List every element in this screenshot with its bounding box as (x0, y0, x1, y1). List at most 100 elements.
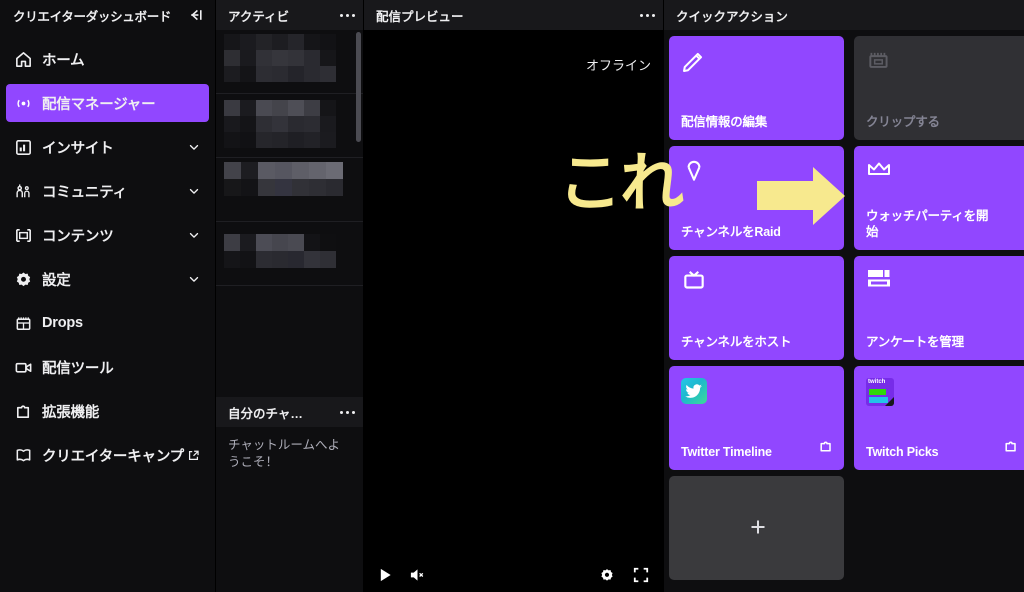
bar-chart-icon (14, 138, 42, 157)
stream-preview-title: 配信プレビュー (376, 9, 464, 24)
extensions-puzzle-icon (818, 438, 834, 459)
sidebar-item-stream-tools[interactable]: 配信ツール (6, 348, 209, 386)
sidebar-item-home[interactable]: ホーム (6, 40, 209, 78)
sidebar-header: クリエイターダッシュボード (0, 0, 215, 30)
sidebar-item-stream-manager[interactable]: 配信マネージャー (6, 84, 209, 122)
sidebar-item-insights[interactable]: インサイト (6, 128, 209, 166)
stream-preview-header: 配信プレビュー (364, 0, 663, 30)
fullscreen-icon[interactable] (633, 567, 649, 583)
creator-dashboard: クリエイターダッシュボード ホーム 配信マネージャー インサイト コミュニティ … (0, 0, 1024, 592)
video-camera-icon (14, 358, 42, 377)
gear-icon[interactable] (599, 567, 615, 583)
video-player[interactable]: オフライン (364, 30, 663, 592)
activity-scrollbar[interactable] (356, 32, 361, 142)
extensions-puzzle-icon (14, 402, 42, 421)
sidebar-item-label: ホーム (42, 52, 85, 69)
broadcast-icon (14, 94, 42, 113)
gear-icon (14, 270, 42, 289)
quick-action-twitter-timeline[interactable]: Twitter Timeline (669, 366, 844, 470)
sidebar-item-label: 配信ツール (42, 360, 114, 377)
chat-message-area[interactable] (216, 481, 363, 592)
sidebar-item-extensions[interactable]: 拡張機能 (6, 392, 209, 430)
more-options-icon[interactable] (634, 13, 655, 17)
chevron-down-icon[interactable] (187, 140, 201, 154)
chevron-down-icon[interactable] (187, 272, 201, 286)
quick-action-label: クリップする (866, 115, 940, 129)
collapse-left-icon[interactable] (187, 6, 205, 24)
play-icon[interactable] (378, 567, 393, 583)
pencil-icon (681, 48, 834, 82)
activity-feed-header: アクティビ (216, 0, 363, 30)
status-badge: オフライン (585, 58, 651, 73)
quick-action-raid-channel[interactable]: チャンネルをRaid (669, 146, 844, 250)
quick-action-label: Twitch Picks (866, 445, 939, 459)
stream-preview-column: 配信プレビュー オフライン (363, 0, 663, 592)
activity-row[interactable] (216, 158, 363, 222)
video-controls-right (599, 567, 649, 583)
book-icon (14, 446, 42, 465)
activity-and-chat-column: アクティビ 自分のチャ… チャットルームへようこそ！ (215, 0, 363, 592)
dashboard-title: クリエイターダッシュボード (13, 9, 172, 24)
drops-icon (14, 314, 42, 333)
sidebar-item-label: コンテンツ (42, 228, 114, 245)
host-tv-icon (681, 268, 834, 302)
quick-action-manage-polls[interactable]: アンケートを管理 (854, 256, 1024, 360)
sidebar-item-label: 配信マネージャー (42, 96, 156, 113)
community-icon (14, 182, 42, 201)
quick-action-start-watch-party[interactable]: ウォッチパーティを開始 (854, 146, 1024, 250)
quick-actions-column: クイックアクション 配信情報の編集 クリップする チャンネルをRaid ウォッチ… (663, 0, 1024, 592)
quick-actions-header: クイックアクション (664, 0, 1024, 30)
quick-actions-grid: 配信情報の編集 クリップする チャンネルをRaid ウォッチパーティを開始 チャ… (664, 30, 1024, 592)
quick-action-label: ウォッチパーティを開始 (866, 209, 989, 239)
more-options-icon[interactable] (334, 13, 355, 17)
add-quick-action-button[interactable] (669, 476, 844, 580)
quick-action-create-clip: クリップする (854, 36, 1024, 140)
sidebar-item-label: 設定 (42, 272, 71, 289)
clip-icon (866, 48, 1019, 82)
sidebar: クリエイターダッシュボード ホーム 配信マネージャー インサイト コミュニティ … (0, 0, 215, 592)
quick-action-edit-stream-info[interactable]: 配信情報の編集 (669, 36, 844, 140)
twitter-bird-icon (681, 378, 834, 412)
chevron-down-icon[interactable] (187, 184, 201, 198)
sidebar-item-content[interactable]: コンテンツ (6, 216, 209, 254)
quick-action-label: Twitter Timeline (681, 445, 772, 459)
activity-feed-list[interactable] (216, 30, 363, 397)
chat-panel-body: チャットルームへようこそ！ (216, 427, 363, 481)
sidebar-item-settings[interactable]: 設定 (6, 260, 209, 298)
activity-row[interactable] (216, 30, 363, 94)
sidebar-item-label: Drops (42, 315, 83, 331)
activity-row[interactable] (216, 94, 363, 158)
more-options-icon[interactable] (334, 410, 355, 414)
quick-actions-title: クイックアクション (676, 9, 788, 24)
activity-row[interactable] (216, 222, 363, 286)
raid-icon (681, 158, 834, 192)
twitch-picks-icon: twitch (866, 378, 1019, 412)
sidebar-item-creator-camp[interactable]: クリエイターキャンプ (6, 436, 209, 474)
chat-panel-header: 自分のチャ… (216, 397, 363, 427)
sidebar-item-label: インサイト (42, 140, 114, 157)
sidebar-item-drops[interactable]: Drops (6, 304, 209, 342)
poll-icon (866, 268, 1019, 302)
activity-feed-title: アクティビ (228, 9, 290, 24)
video-controls (364, 558, 663, 592)
quick-action-host-channel[interactable]: チャンネルをホスト (669, 256, 844, 360)
sidebar-item-label: 拡張機能 (42, 404, 100, 421)
chevron-down-icon[interactable] (187, 228, 201, 242)
crown-icon (866, 158, 1019, 192)
sidebar-item-community[interactable]: コミュニティ (6, 172, 209, 210)
quick-action-label: チャンネルをホスト (681, 335, 792, 349)
sidebar-item-label: クリエイターキャンプ (42, 448, 184, 465)
content-frame-icon (14, 226, 42, 245)
plus-icon (748, 517, 768, 542)
quick-action-label: アンケートを管理 (866, 335, 964, 349)
home-icon (14, 50, 42, 69)
volume-muted-icon[interactable] (409, 567, 426, 583)
quick-action-label: チャンネルをRaid (681, 225, 781, 239)
chat-panel-title: 自分のチャ… (228, 406, 303, 421)
chat-welcome-message: チャットルームへようこそ！ (228, 438, 341, 469)
sidebar-nav: ホーム 配信マネージャー インサイト コミュニティ コンテンツ 設定 Drops… (0, 40, 215, 474)
external-link-icon (187, 449, 200, 462)
sidebar-item-label: コミュニティ (42, 184, 127, 201)
quick-action-twitch-picks[interactable]: twitch Twitch Picks (854, 366, 1024, 470)
extensions-puzzle-icon (1003, 438, 1019, 459)
